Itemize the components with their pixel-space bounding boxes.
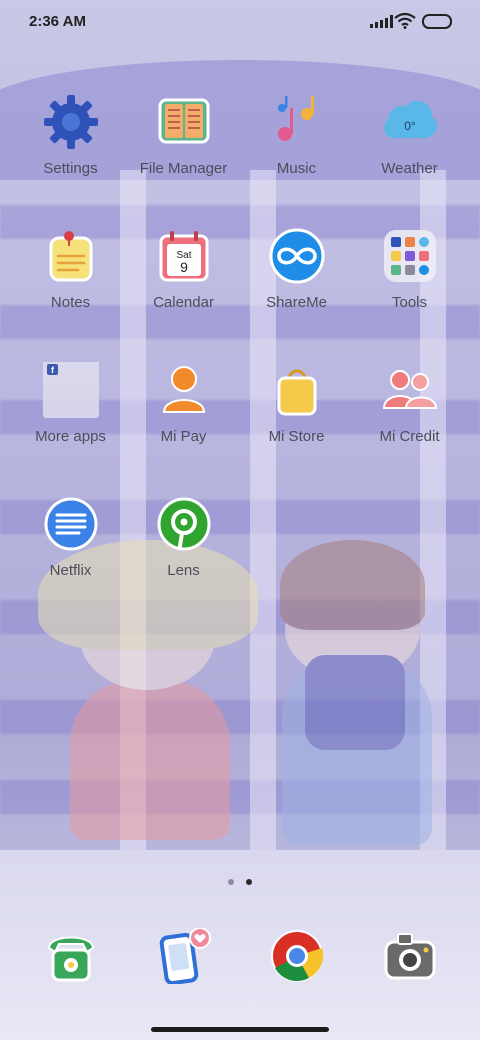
signal-icon [370,15,393,28]
mi-credit-icon [382,362,438,418]
app-weather[interactable]: 0° Weather [353,94,466,177]
shareme-icon [269,228,325,284]
messages-icon [156,927,212,986]
app-lens[interactable]: Lens [127,496,240,579]
app-mi-store[interactable]: Mi Store [240,362,353,445]
app-label: Tools [391,294,428,311]
app-mi-credit[interactable]: Mi Credit [353,362,466,445]
app-label: Mi Credit [379,428,440,445]
app-settings[interactable]: Settings [14,94,127,177]
shopping-bag-icon [269,362,325,418]
dock-messages[interactable] [127,927,240,986]
page-indicator [228,879,252,885]
app-shareme[interactable]: ShareMe [240,228,353,311]
app-label: Mi Store [268,428,325,445]
lens-icon [156,496,212,552]
app-label: Calendar [153,294,214,311]
app-label: ShareMe [266,294,327,311]
app-tools[interactable]: Tools [353,228,466,311]
calendar-icon: Sat 9 [156,228,212,284]
app-label: Music [276,160,317,177]
app-calendar[interactable]: Sat 9 Calendar [127,228,240,311]
app-label: File Manager [139,160,228,177]
app-music[interactable]: Music [240,94,353,177]
gear-icon [43,94,99,150]
phone-icon [43,928,99,984]
netflix-icon [43,496,99,552]
folder-book-icon [156,94,212,150]
notes-icon [43,228,99,284]
status-time: 2:36 AM [29,13,86,30]
status-bar: 2:36 AM [0,0,480,44]
chrome-icon [269,928,325,984]
more-apps-folder-icon: f [39,358,102,420]
wifi-icon [394,13,416,29]
app-notes[interactable]: Notes [14,228,127,311]
app-label: Netflix [49,562,92,579]
app-netflix[interactable]: Netflix [14,496,127,579]
app-more-apps[interactable]: f More apps [14,358,127,445]
home-gesture-bar[interactable] [151,1027,329,1032]
camera-icon [382,928,438,984]
app-label: Settings [43,160,98,177]
dock-chrome[interactable] [240,928,353,984]
svg-text:0°: 0° [404,119,416,133]
app-label: More apps [35,428,106,445]
app-label: Notes [50,294,91,311]
tools-folder-icon [382,228,438,284]
music-notes-icon [269,94,325,150]
dock-camera[interactable] [353,928,466,984]
app-mi-pay[interactable]: Mi Pay [127,362,240,445]
app-label: Mi Pay [160,428,207,445]
mi-pay-icon [156,362,212,418]
page-dot-active[interactable] [246,879,252,885]
svg-text:9: 9 [180,259,188,275]
app-file-manager[interactable]: File Manager [127,94,240,177]
battery-icon [422,14,452,29]
app-label: Lens [167,562,200,579]
weather-cloud-icon: 0° [382,94,438,150]
dock-phone[interactable] [14,928,127,984]
dock [14,927,466,988]
app-label: Weather [381,160,438,177]
page-dot[interactable] [228,879,234,885]
